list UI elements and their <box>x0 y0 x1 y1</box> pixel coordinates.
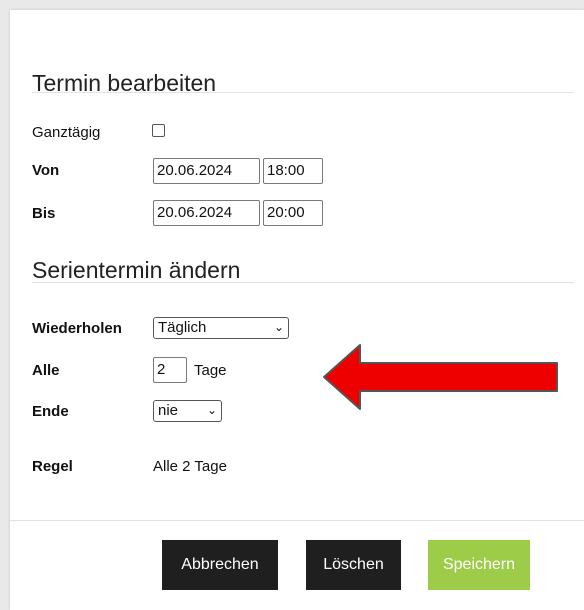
allday-checkbox[interactable] <box>152 124 165 137</box>
from-time-input[interactable]: 18:00 <box>263 158 323 184</box>
save-button[interactable]: Speichern <box>428 540 530 590</box>
rule-label: Regel <box>32 458 73 475</box>
to-label: Bis <box>32 205 56 222</box>
every-interval-input[interactable]: 2 <box>153 357 187 383</box>
rule-value: Alle 2 Tage <box>153 458 227 475</box>
repeat-label: Wiederholen <box>32 320 122 337</box>
end-select[interactable]: nie ⌄ <box>153 400 222 422</box>
from-date-input[interactable]: 20.06.2024 <box>153 158 260 184</box>
to-date-input[interactable]: 20.06.2024 <box>153 200 260 226</box>
footer-divider <box>10 520 584 521</box>
cancel-button[interactable]: Abbrechen <box>162 540 278 590</box>
divider <box>32 92 574 93</box>
every-label: Alle <box>32 362 60 379</box>
edit-appointment-dialog: Termin bearbeiten Ganztägig Von 20.06.20… <box>10 10 584 610</box>
from-label: Von <box>32 162 60 179</box>
every-unit-label: Tage <box>194 362 227 379</box>
delete-button[interactable]: Löschen <box>306 540 401 590</box>
repeat-select[interactable]: Täglich ⌄ <box>153 317 289 339</box>
divider <box>32 282 574 283</box>
chevron-down-icon: ⌄ <box>273 320 284 334</box>
red-arrow-annotation <box>323 344 558 410</box>
to-time-input[interactable]: 20:00 <box>263 200 323 226</box>
allday-label: Ganztägig <box>32 124 101 141</box>
end-select-value: nie <box>158 402 179 419</box>
end-label: Ende <box>32 403 69 420</box>
section-title-series: Serientermin ändern <box>32 257 241 283</box>
repeat-select-value: Täglich <box>158 319 207 336</box>
chevron-down-icon: ⌄ <box>206 403 217 417</box>
